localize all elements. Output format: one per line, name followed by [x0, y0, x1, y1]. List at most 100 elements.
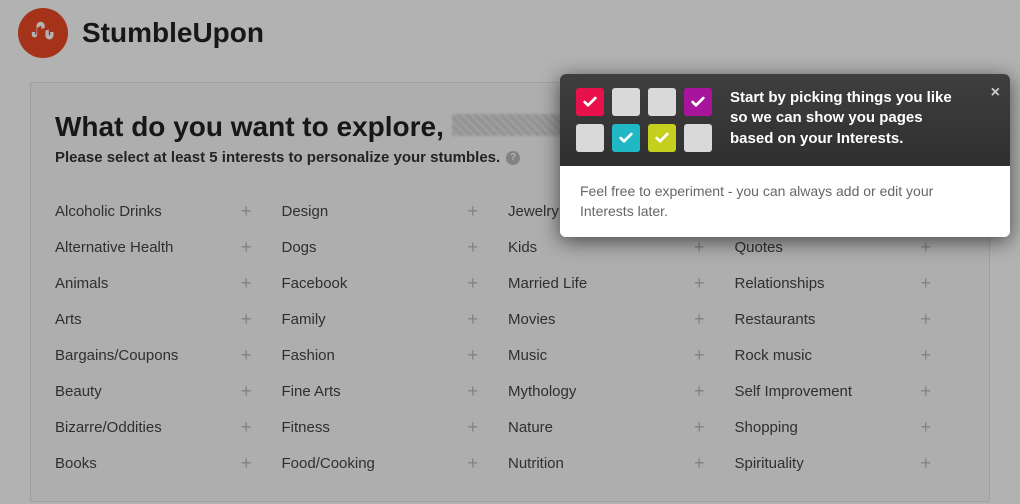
- interest-label: Nature: [508, 419, 553, 436]
- popover-body: Feel free to experiment - you can always…: [560, 166, 1010, 237]
- interest-item[interactable]: Arts+: [55, 310, 282, 328]
- popover-headline: Start by picking things you like so we c…: [730, 88, 970, 152]
- interest-label: Quotes: [735, 239, 783, 256]
- plus-icon[interactable]: +: [241, 274, 252, 292]
- plus-icon[interactable]: +: [920, 454, 931, 472]
- interest-item[interactable]: Music +: [508, 346, 735, 364]
- interest-label: Shopping: [735, 419, 798, 436]
- header: StumbleUpon: [0, 0, 1020, 58]
- popover-box: [576, 124, 604, 152]
- interest-item[interactable]: Kids+: [508, 238, 735, 256]
- interest-item[interactable]: Shopping +: [735, 418, 962, 436]
- interest-label: Facebook: [282, 275, 348, 292]
- interest-item[interactable]: Married Life +: [508, 274, 735, 292]
- intro-popover: Start by picking things you like so we c…: [560, 74, 1010, 237]
- brand-name: StumbleUpon: [82, 17, 264, 49]
- plus-icon[interactable]: +: [694, 238, 705, 256]
- interest-item[interactable]: Animals+: [55, 274, 282, 292]
- plus-icon[interactable]: +: [241, 418, 252, 436]
- interest-item[interactable]: Bargains/Coupons +: [55, 346, 282, 364]
- popover-box: [648, 88, 676, 116]
- interest-item[interactable]: Nutrition +: [508, 454, 735, 472]
- plus-icon[interactable]: +: [467, 454, 478, 472]
- interest-label: Bizarre/Oddities: [55, 419, 162, 436]
- interest-item[interactable]: Bizarre/Oddities +: [55, 418, 282, 436]
- interest-label: Married Life: [508, 275, 587, 292]
- plus-icon[interactable]: +: [920, 310, 931, 328]
- interest-item[interactable]: Facebook +: [282, 274, 509, 292]
- interest-item[interactable]: Fashion+: [282, 346, 509, 364]
- plus-icon[interactable]: +: [694, 310, 705, 328]
- plus-icon[interactable]: +: [467, 310, 478, 328]
- interest-label: Alternative Health: [55, 239, 173, 256]
- plus-icon[interactable]: +: [241, 454, 252, 472]
- interest-item[interactable]: Mythology+: [508, 382, 735, 400]
- plus-icon[interactable]: +: [467, 382, 478, 400]
- plus-icon[interactable]: +: [920, 418, 931, 436]
- interest-label: Fine Arts: [282, 383, 341, 400]
- interest-item[interactable]: Books +: [55, 454, 282, 472]
- interest-item[interactable]: Spirituality+: [735, 454, 962, 472]
- plus-icon[interactable]: +: [694, 346, 705, 364]
- interest-grid: Alcoholic Drinks+Design+Jewelry+Alternat…: [55, 202, 961, 472]
- plus-icon[interactable]: +: [467, 346, 478, 364]
- plus-icon[interactable]: +: [467, 418, 478, 436]
- popover-box: [684, 88, 712, 116]
- popover-box: [612, 124, 640, 152]
- interest-label: Nutrition: [508, 455, 564, 472]
- interest-item[interactable]: Rock music +: [735, 346, 962, 364]
- interest-label: Restaurants: [735, 311, 816, 328]
- interest-label: Fitness: [282, 419, 330, 436]
- popover-check-grid: [576, 88, 712, 152]
- plus-icon[interactable]: +: [241, 346, 252, 364]
- popover-box: [576, 88, 604, 116]
- interest-label: Design: [282, 203, 329, 220]
- interest-label: Music: [508, 347, 547, 364]
- interest-item[interactable]: Dogs+: [282, 238, 509, 256]
- plus-icon[interactable]: +: [694, 274, 705, 292]
- interest-label: Bargains/Coupons: [55, 347, 178, 364]
- interest-item[interactable]: Movies+: [508, 310, 735, 328]
- plus-icon[interactable]: +: [920, 274, 931, 292]
- interest-item[interactable]: Nature +: [508, 418, 735, 436]
- page-title-text: What do you want to explore,: [55, 111, 444, 142]
- plus-icon[interactable]: +: [467, 274, 478, 292]
- interest-item[interactable]: Alternative Health +: [55, 238, 282, 256]
- plus-icon[interactable]: +: [694, 418, 705, 436]
- interest-item[interactable]: Quotes +: [735, 238, 962, 256]
- plus-icon[interactable]: +: [694, 454, 705, 472]
- plus-icon[interactable]: +: [920, 346, 931, 364]
- interest-item[interactable]: Fine Arts +: [282, 382, 509, 400]
- plus-icon[interactable]: +: [241, 382, 252, 400]
- interest-item[interactable]: Family+: [282, 310, 509, 328]
- interest-label: Books: [55, 455, 97, 472]
- close-icon[interactable]: ×: [991, 84, 1000, 102]
- plus-icon[interactable]: +: [241, 202, 252, 220]
- check-icon: [654, 130, 670, 146]
- interest-label: Food/Cooking: [282, 455, 375, 472]
- check-icon: [618, 130, 634, 146]
- check-icon: [582, 94, 598, 110]
- plus-icon[interactable]: +: [241, 310, 252, 328]
- plus-icon[interactable]: +: [467, 238, 478, 256]
- stumbleupon-logo-icon: [18, 8, 68, 58]
- popover-header: Start by picking things you like so we c…: [560, 74, 1010, 166]
- interest-item[interactable]: Design +: [282, 202, 509, 220]
- interest-item[interactable]: Food/Cooking +: [282, 454, 509, 472]
- plus-icon[interactable]: +: [920, 382, 931, 400]
- plus-icon[interactable]: +: [920, 238, 931, 256]
- interest-item[interactable]: Alcoholic Drinks+: [55, 202, 282, 220]
- interest-label: Rock music: [735, 347, 813, 364]
- help-icon[interactable]: ?: [506, 151, 520, 165]
- page-subtitle-text: Please select at least 5 interests to pe…: [55, 149, 500, 166]
- plus-icon[interactable]: +: [467, 202, 478, 220]
- interest-item[interactable]: Beauty+: [55, 382, 282, 400]
- plus-icon[interactable]: +: [241, 238, 252, 256]
- interest-item[interactable]: Relationships+: [735, 274, 962, 292]
- interest-item[interactable]: Restaurants +: [735, 310, 962, 328]
- interest-item[interactable]: Self Improvement +: [735, 382, 962, 400]
- plus-icon[interactable]: +: [694, 382, 705, 400]
- interest-item[interactable]: Fitness +: [282, 418, 509, 436]
- check-icon: [690, 94, 706, 110]
- interest-label: Self Improvement: [735, 383, 853, 400]
